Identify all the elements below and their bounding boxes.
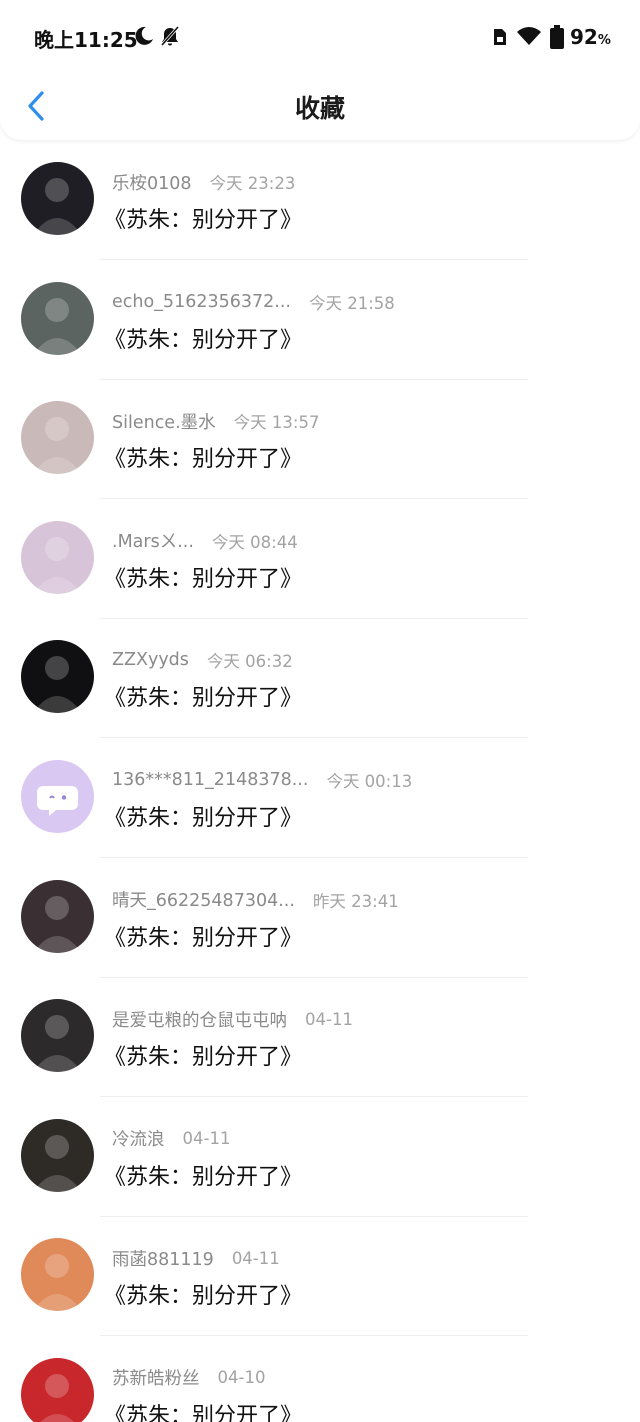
avatar[interactable] (21, 520, 94, 594)
timestamp: 04-10 (217, 1368, 266, 1388)
username[interactable]: Silence.墨水 (112, 409, 216, 434)
list-item[interactable]: .Marsㄨ... 今天 08:44 《苏朱：别分开了》 (0, 501, 640, 621)
timestamp: 今天 13:57 (233, 413, 320, 433)
item-meta: ZZXyyds 今天 06:32 (112, 648, 293, 672)
item-meta: Silence.墨水 今天 13:57 (112, 409, 319, 433)
list-item[interactable]: 是爱屯粮的仓鼠屯屯呐 04-11 《苏朱：别分开了》 (0, 979, 640, 1099)
username[interactable]: 是爱屯粮的仓鼠屯屯呐 (112, 1007, 287, 1032)
timestamp: 04-11 (182, 1129, 231, 1149)
moon-icon (133, 25, 155, 47)
list-item[interactable]: echo_5162356372... 今天 21:58 《苏朱：别分开了》 (0, 262, 640, 382)
divider (100, 856, 528, 858)
username[interactable]: 冷流浪 (112, 1126, 165, 1151)
battery-level: 92% (570, 25, 611, 49)
username[interactable]: 晴天_66225487304... (112, 887, 295, 912)
favorite-title[interactable]: 《苏朱：别分开了》 (104, 1159, 302, 1191)
divider (100, 498, 528, 500)
top-bar: 晚上11:25 92% 收藏 (0, 0, 640, 140)
divider (100, 1335, 528, 1337)
divider (100, 617, 528, 619)
list-item[interactable]: ZZXyyds 今天 06:32 《苏朱：别分开了》 (0, 620, 640, 740)
item-meta: 苏新皓粉丝 04-10 (112, 1366, 265, 1390)
timestamp: 今天 21:58 (308, 293, 395, 313)
item-meta: 晴天_66225487304... 昨天 23:41 (112, 888, 399, 912)
wifi-icon (516, 25, 542, 47)
avatar[interactable] (21, 401, 94, 475)
timestamp: 昨天 23:41 (312, 891, 399, 911)
avatar[interactable] (21, 162, 94, 235)
favorite-title[interactable]: 《苏朱：别分开了》 (104, 202, 302, 234)
divider (100, 378, 528, 380)
divider (100, 737, 528, 739)
username[interactable]: 苏新皓粉丝 (112, 1365, 200, 1390)
item-meta: 冷流浪 04-11 (112, 1127, 230, 1151)
favorite-title[interactable]: 《苏朱：别分开了》 (104, 441, 302, 473)
timestamp: 04-11 (231, 1248, 280, 1268)
list-item[interactable]: 雨菡881119 04-11 《苏朱：别分开了》 (0, 1218, 640, 1338)
avatar[interactable] (21, 1238, 94, 1312)
battery-icon (549, 24, 565, 50)
divider (100, 1215, 528, 1217)
timestamp: 今天 08:44 (211, 532, 298, 552)
favorite-title[interactable]: 《苏朱：别分开了》 (104, 800, 302, 832)
divider (100, 976, 528, 978)
favorite-title[interactable]: 《苏朱：别分开了》 (104, 1278, 302, 1310)
avatar[interactable] (21, 1357, 94, 1422)
list-item[interactable]: 136***811_2148378... 今天 00:13 《苏朱：别分开了》 (0, 740, 640, 860)
status-time: 晚上11:25 (34, 28, 138, 52)
username[interactable]: echo_5162356372... (112, 292, 291, 312)
list-item[interactable]: 苏新皓粉丝 04-10 《苏朱：别分开了》 (0, 1338, 640, 1422)
favorite-title[interactable]: 《苏朱：别分开了》 (104, 322, 302, 354)
avatar[interactable] (21, 640, 94, 714)
item-meta: 是爱屯粮的仓鼠屯屯呐 04-11 (112, 1007, 353, 1031)
timestamp: 今天 23:23 (209, 174, 296, 193)
username[interactable]: 136***811_2148378... (112, 770, 308, 790)
item-meta: 雨菡881119 04-11 (112, 1246, 280, 1270)
page-title: 收藏 (294, 94, 345, 123)
favorites-list: 乐桉0108 今天 23:23 《苏朱：别分开了》 echo_5162356372..… (0, 142, 640, 1422)
avatar[interactable] (21, 281, 94, 355)
timestamp: 今天 00:13 (326, 771, 413, 791)
username[interactable]: .Marsㄨ... (112, 528, 194, 553)
navigation-bar: 收藏 (0, 75, 640, 137)
timestamp: 今天 06:32 (206, 652, 293, 672)
item-meta: 乐桉0108 今天 23:23 (112, 170, 295, 194)
list-item[interactable]: 乐桉0108 今天 23:23 《苏朱：别分开了》 (0, 142, 640, 262)
item-meta: echo_5162356372... 今天 21:58 (112, 290, 395, 314)
divider (100, 259, 528, 260)
username[interactable]: ZZXyyds (112, 650, 189, 670)
avatar[interactable] (21, 879, 94, 953)
list-item[interactable]: 冷流浪 04-11 《苏朱：别分开了》 (0, 1099, 640, 1219)
favorite-title[interactable]: 《苏朱：别分开了》 (104, 920, 302, 952)
list-item[interactable]: Silence.墨水 今天 13:57 《苏朱：别分开了》 (0, 381, 640, 501)
list-item[interactable]: 晴天_66225487304... 昨天 23:41 《苏朱：别分开了》 (0, 860, 640, 980)
item-meta: .Marsㄨ... 今天 08:44 (112, 529, 298, 553)
favorite-title[interactable]: 《苏朱：别分开了》 (104, 1039, 302, 1071)
favorite-title[interactable]: 《苏朱：别分开了》 (104, 680, 302, 712)
favorite-title[interactable]: 《苏朱：别分开了》 (104, 1398, 302, 1422)
divider (100, 1096, 528, 1098)
timestamp: 04-11 (305, 1009, 353, 1029)
sim-icon (491, 26, 509, 48)
username[interactable]: 乐桉0108 (112, 170, 192, 195)
avatar[interactable] (21, 1118, 94, 1192)
avatar[interactable] (21, 759, 94, 833)
bell-muted-icon (159, 25, 181, 47)
status-bar: 晚上11:25 92% (0, 0, 640, 75)
item-meta: 136***811_2148378... 今天 00:13 (112, 768, 412, 792)
favorite-title[interactable]: 《苏朱：别分开了》 (104, 561, 302, 593)
username[interactable]: 雨菡881119 (112, 1246, 214, 1271)
avatar[interactable] (21, 999, 94, 1073)
